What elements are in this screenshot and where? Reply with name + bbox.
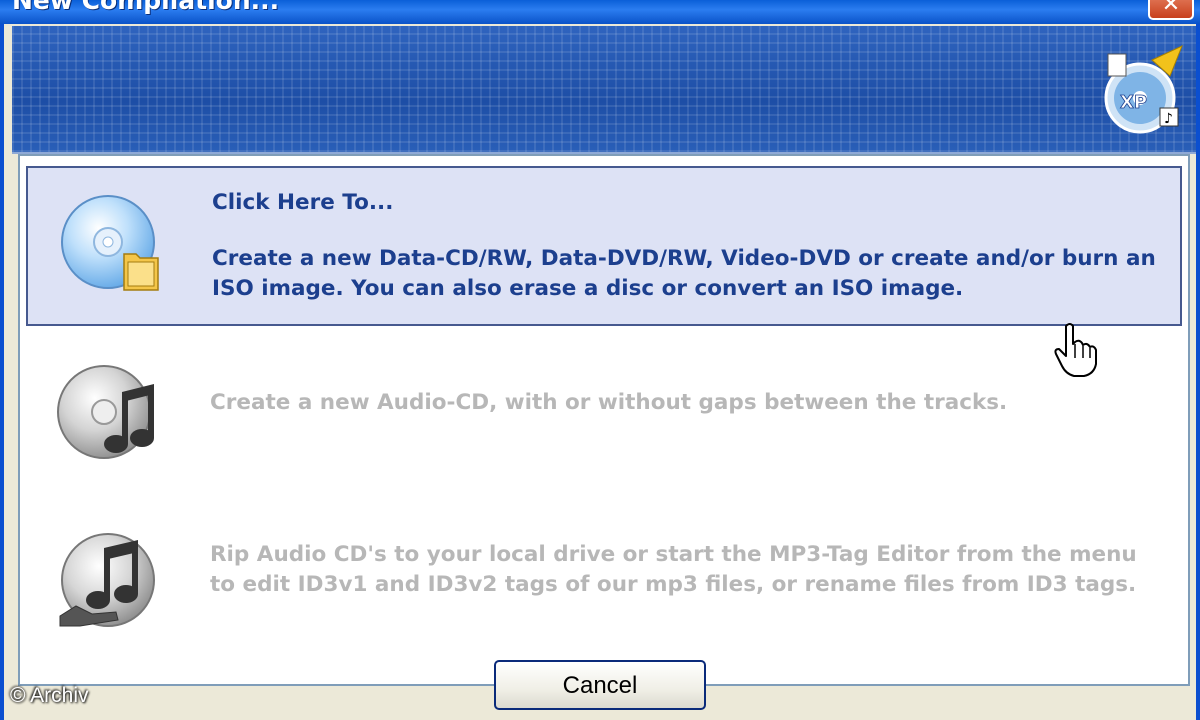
burner-disc-logo-icon: ♪ XP bbox=[1104, 45, 1183, 134]
hand-cursor-icon bbox=[1054, 323, 1097, 377]
window-title: New Compilation... bbox=[12, 0, 280, 15]
option-data-disc[interactable]: Click Here To... Create a new Data-CD/RW… bbox=[26, 166, 1182, 326]
close-button[interactable]: ✕ bbox=[1148, 0, 1194, 20]
option-heading: Click Here To... bbox=[212, 190, 394, 215]
option-audio-cd[interactable]: Create a new Audio-CD, with or without g… bbox=[26, 334, 1182, 494]
option-description: Create a new Audio-CD, with or without g… bbox=[210, 390, 1008, 415]
header-banner: ♪ XP bbox=[12, 26, 1196, 154]
close-icon: ✕ bbox=[1161, 0, 1181, 17]
option-description: Rip Audio CD's to your local drive or st… bbox=[210, 542, 1137, 597]
option-rip-audio[interactable]: Rip Audio CD's to your local drive or st… bbox=[26, 502, 1182, 662]
data-disc-icon bbox=[61, 195, 159, 291]
logo-text: XP bbox=[1120, 92, 1147, 113]
cancel-button[interactable]: Cancel bbox=[494, 660, 706, 710]
svg-text:♪: ♪ bbox=[1164, 111, 1173, 127]
copyright-watermark: © Archiv bbox=[10, 684, 89, 707]
title-bar: New Compilation... ✕ bbox=[0, 0, 1200, 24]
audio-cd-icon bbox=[57, 365, 154, 459]
compilation-options-list: Click Here To... Create a new Data-CD/RW… bbox=[18, 154, 1190, 686]
option-description: Create a new Data-CD/RW, Data-DVD/RW, Vi… bbox=[212, 246, 1156, 301]
rip-audio-icon bbox=[59, 533, 155, 627]
dialog-window: ♪ XP Click Here To... Create a new Data-… bbox=[0, 24, 1200, 720]
